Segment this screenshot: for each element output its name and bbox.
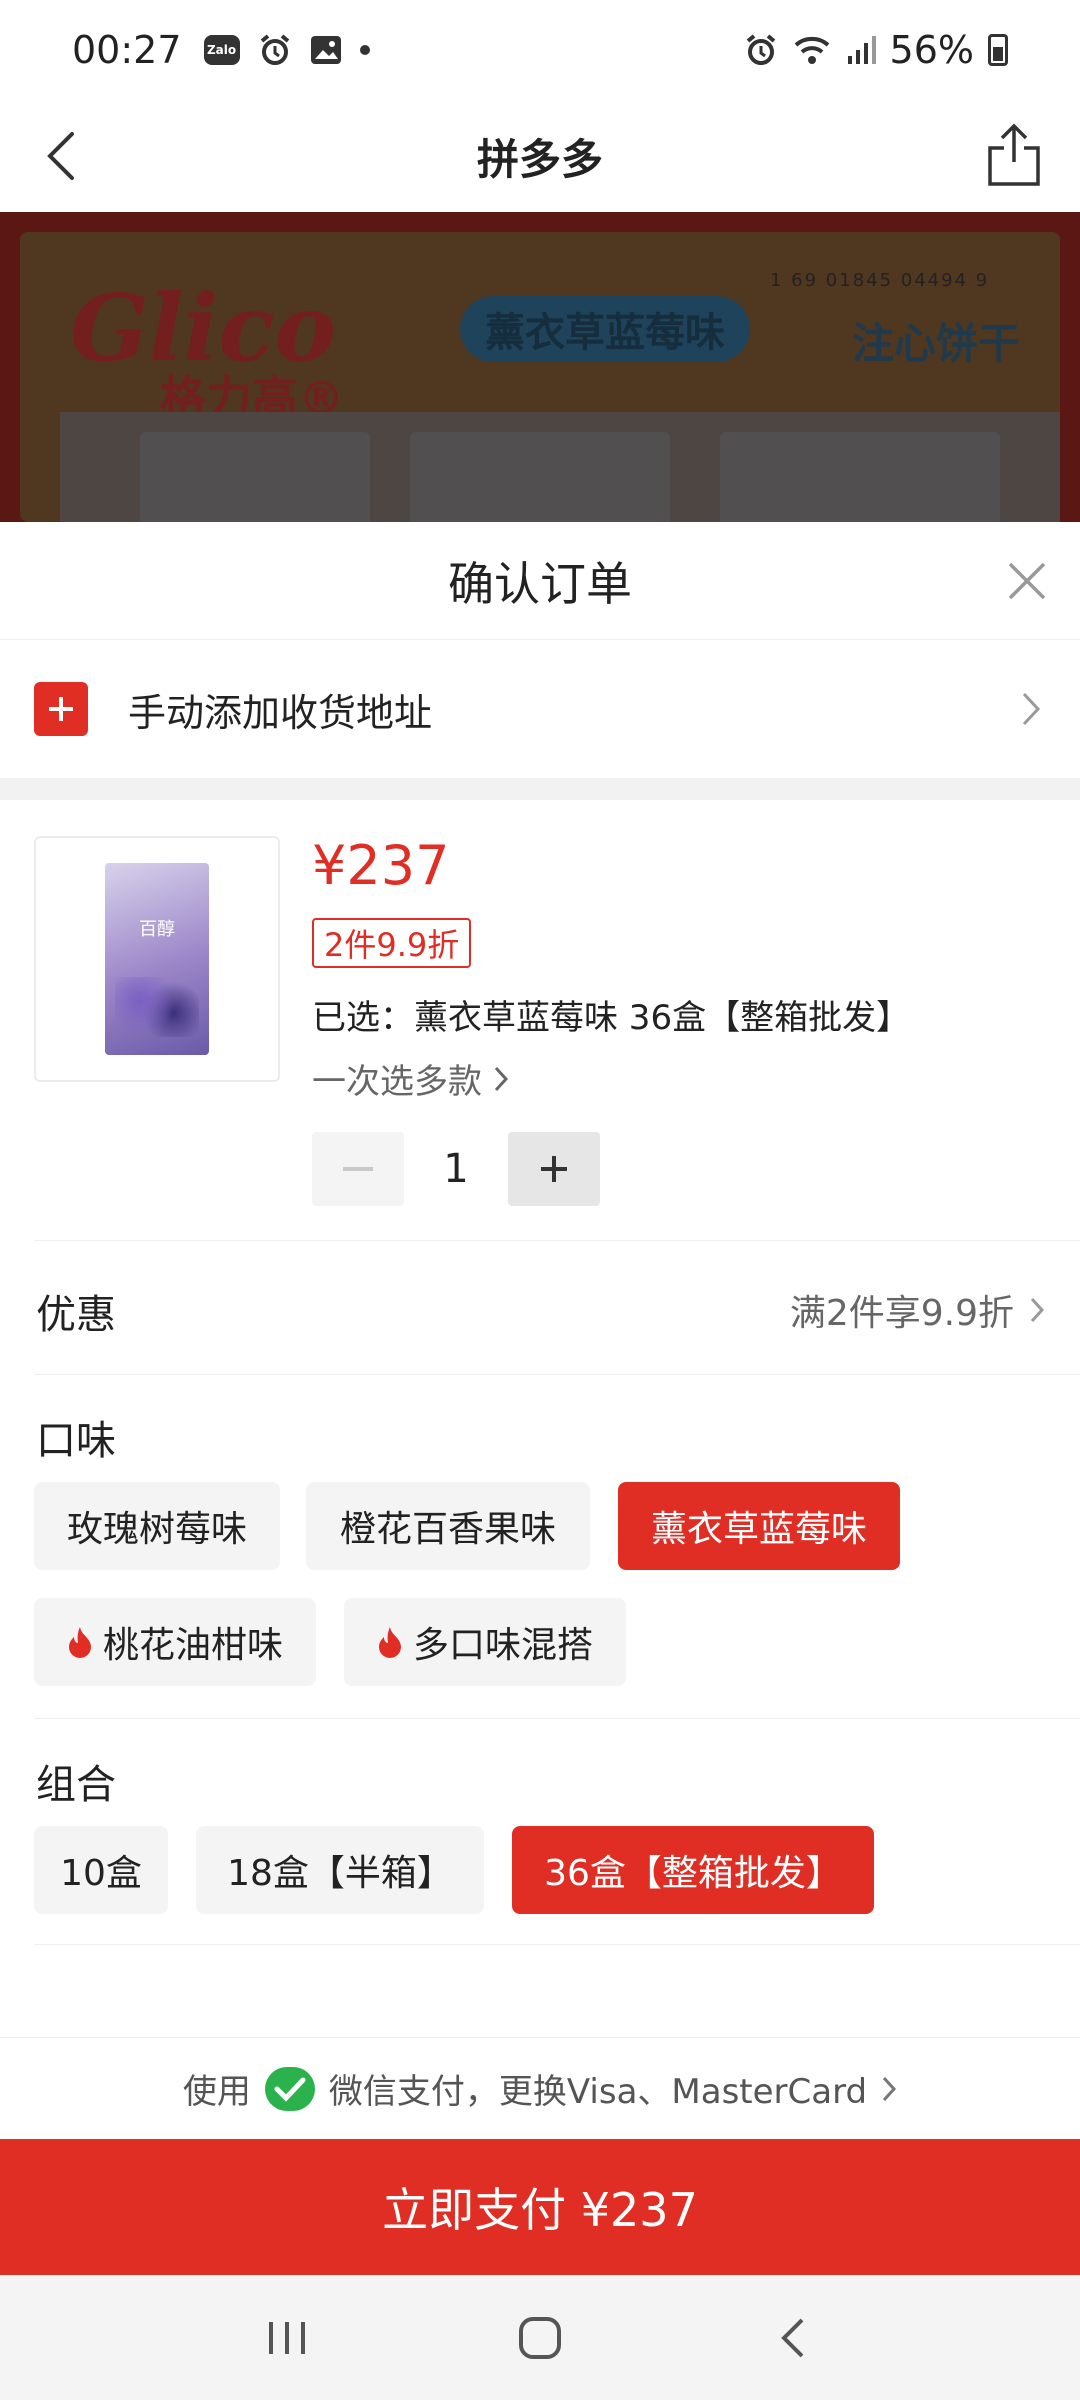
- sheet-title: 确认订单: [448, 556, 632, 611]
- home-icon: [518, 2316, 561, 2359]
- pay-now-button[interactable]: 立即支付 ¥237: [0, 2139, 1080, 2275]
- combo-option[interactable]: 10盒: [34, 1826, 168, 1914]
- chevron-right-icon: [882, 2076, 897, 2101]
- combo-label: 组合: [36, 1762, 116, 1808]
- flavor-option-label: 玫瑰树莓味: [66, 1509, 247, 1550]
- flavor-label: 口味: [36, 1418, 116, 1464]
- wechat-pay-icon: [264, 2066, 315, 2111]
- flavor-option-selected[interactable]: 薰衣草蓝莓味: [618, 1482, 900, 1570]
- dim-overlay[interactable]: [0, 212, 1080, 522]
- flavor-option-label: 薰衣草蓝莓味: [650, 1509, 867, 1550]
- plus-icon: [34, 682, 88, 736]
- product-box-label: 百醇: [139, 919, 175, 940]
- recents-icon: [268, 2321, 305, 2354]
- back-button[interactable]: [758, 2303, 828, 2373]
- zalo-icon: Zalo: [203, 35, 240, 65]
- combo-option-selected[interactable]: 36盒【整箱批发】: [512, 1826, 874, 1914]
- section-separator: [0, 778, 1080, 800]
- minus-icon: [343, 1167, 373, 1171]
- wifi-icon: [794, 36, 829, 64]
- pay-now-label: 立即支付 ¥237: [382, 2183, 698, 2237]
- recents-button[interactable]: [252, 2303, 322, 2373]
- sheet-header: 确认订单: [0, 522, 1080, 640]
- product-box-art: [115, 977, 199, 1037]
- product-price: ¥237: [312, 834, 450, 897]
- battery-icon: [988, 34, 1008, 66]
- product-banner-image: 1 69 01845 04494 9 Glico 格力高® 薰衣草蓝莓味 注心饼…: [0, 212, 1080, 522]
- chevron-right-icon: [494, 1066, 509, 1091]
- page-title: 拼多多: [476, 134, 603, 184]
- flavor-option-label: 桃花油柑味: [102, 1625, 283, 1666]
- flavor-option[interactable]: 橙花百香果味: [306, 1482, 590, 1570]
- close-icon[interactable]: [1004, 558, 1050, 604]
- divider: [34, 1374, 1080, 1375]
- flavor-option-label: 橙花百香果味: [339, 1509, 556, 1550]
- combo-option[interactable]: 18盒【半箱】: [196, 1826, 484, 1914]
- status-bar: 00:27 Zalo 56%: [0, 0, 1080, 100]
- multi-select-link[interactable]: 一次选多款: [312, 1054, 510, 1103]
- gallery-icon: [310, 36, 341, 64]
- battery-percent: 56%: [889, 28, 974, 72]
- product-thumbnail[interactable]: 百醇: [34, 836, 280, 1082]
- add-address-row[interactable]: 手动添加收货地址: [0, 640, 1080, 778]
- notification-dot-icon: [359, 45, 370, 55]
- alarm-icon: [260, 34, 289, 65]
- decrease-button[interactable]: [312, 1132, 404, 1206]
- status-left-icons: Zalo: [203, 33, 370, 67]
- flavor-option-label: 多口味混搭: [412, 1625, 593, 1666]
- discount-value: 满2件享9.9折: [790, 1284, 1046, 1336]
- confirm-order-sheet: 确认订单 手动添加收货地址 百醇 ¥237 2件9.9折 已选：薰衣草蓝莓味 3…: [0, 522, 1080, 2400]
- fire-icon: [68, 1627, 91, 1658]
- discount-label: 优惠: [36, 1292, 116, 1338]
- payment-method-row[interactable]: 使用 微信支付，更换Visa、MasterCard: [0, 2037, 1080, 2139]
- increase-button[interactable]: [508, 1132, 600, 1206]
- discount-text: 满2件享9.9折: [789, 1293, 1014, 1334]
- product-box-image: 百醇: [105, 863, 209, 1055]
- quantity-value: 1: [443, 1146, 469, 1192]
- signal-icon: [847, 36, 876, 64]
- payment-text: 微信支付，更换Visa、MasterCard: [328, 2072, 868, 2112]
- add-address-label: 手动添加收货地址: [128, 691, 433, 735]
- home-button[interactable]: [505, 2303, 575, 2373]
- flavor-option[interactable]: 多口味混搭: [344, 1598, 626, 1686]
- combo-option-label: 10盒: [60, 1853, 142, 1894]
- title-bar: 拼多多: [0, 100, 1080, 212]
- fire-icon: [378, 1627, 401, 1658]
- status-time: 00:27: [72, 28, 182, 72]
- divider: [34, 1944, 1080, 1945]
- selected-spec: 已选：薰衣草蓝莓味 36盒【整箱批发】: [312, 998, 911, 1038]
- payment-prefix: 使用: [182, 2072, 251, 2112]
- combo-option-label: 36盒【整箱批发】: [544, 1853, 842, 1894]
- quantity-stepper: 1: [312, 1132, 600, 1206]
- system-nav-bar: [0, 2275, 1080, 2400]
- plus-icon: [541, 1156, 567, 1182]
- chevron-right-icon: [1030, 1297, 1045, 1323]
- status-right: 56%: [744, 0, 1008, 100]
- combo-option-label: 18盒【半箱】: [227, 1853, 453, 1894]
- back-icon: [781, 2318, 804, 2357]
- promo-badge: 2件9.9折: [312, 918, 472, 968]
- divider: [34, 1240, 1080, 1241]
- chevron-right-icon: [1022, 692, 1041, 726]
- flavor-option[interactable]: 玫瑰树莓味: [34, 1482, 280, 1570]
- multi-select-label: 一次选多款: [312, 1062, 482, 1102]
- flavor-option[interactable]: 桃花油柑味: [34, 1598, 316, 1686]
- divider: [34, 1718, 1080, 1719]
- back-arrow-icon[interactable]: [34, 126, 94, 186]
- share-icon[interactable]: [982, 122, 1046, 188]
- alarm-icon: [746, 34, 775, 65]
